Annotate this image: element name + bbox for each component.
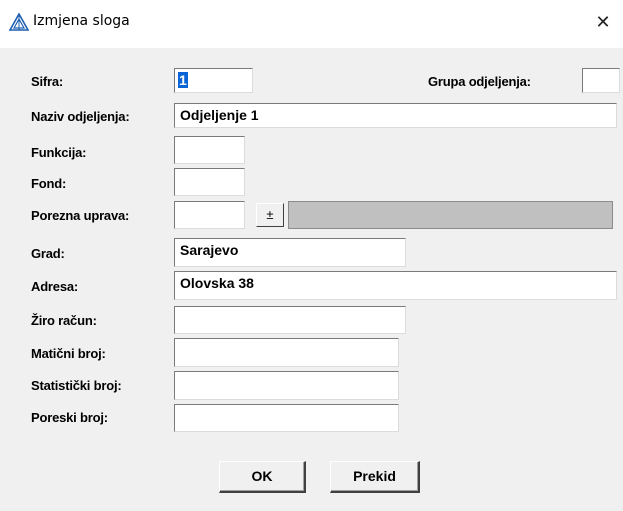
- cancel-button[interactable]: Prekid: [330, 461, 420, 493]
- app-triangle-icon: [9, 13, 29, 31]
- grad-field[interactable]: Sarajevo: [174, 238, 406, 267]
- naziv-odjeljenja-field[interactable]: Odjeljenje 1: [174, 103, 617, 128]
- funkcija-field[interactable]: [174, 136, 245, 164]
- title-bar: Izmjena sloga ✕: [0, 0, 623, 48]
- sifra-field[interactable]: 1: [174, 68, 253, 93]
- fond-field[interactable]: [174, 168, 245, 196]
- fond-label: Fond:: [31, 176, 67, 191]
- maticni-broj-label: Matični broj:: [31, 346, 106, 361]
- adresa-label: Adresa:: [31, 279, 79, 294]
- window-title: Izmjena sloga: [33, 13, 130, 29]
- ziro-racun-label: Žiro račun:: [31, 313, 97, 328]
- grupa-odjeljenja-label: Grupa odjeljenja:: [428, 74, 531, 89]
- poreski-broj-label: Poreski broj:: [31, 410, 108, 425]
- porezna-uprava-field[interactable]: [174, 201, 245, 229]
- naziv-odjeljenja-label: Naziv odjeljenja:: [31, 109, 130, 124]
- porezna-uprava-label: Porezna uprava:: [31, 208, 130, 223]
- adresa-field[interactable]: Olovska 38: [174, 271, 617, 300]
- sifra-value: 1: [178, 72, 188, 88]
- maticni-broj-field[interactable]: [174, 338, 399, 367]
- poreski-broj-field[interactable]: [174, 404, 399, 432]
- ziro-racun-field[interactable]: [174, 306, 406, 334]
- close-icon: ✕: [595, 12, 611, 33]
- sifra-label: Sifra:: [31, 74, 64, 89]
- close-button[interactable]: ✕: [588, 8, 618, 38]
- porezna-uprava-description: [288, 201, 613, 229]
- funkcija-label: Funkcija:: [31, 145, 87, 160]
- ok-button[interactable]: OK: [219, 461, 306, 493]
- dropdown-arrow-icon: ±: [266, 207, 274, 222]
- statisticki-broj-field[interactable]: [174, 371, 399, 400]
- porezna-uprava-dropdown-button[interactable]: ±: [256, 203, 284, 227]
- grupa-odjeljenja-field[interactable]: [582, 68, 620, 93]
- grad-label: Grad:: [31, 246, 65, 261]
- statisticki-broj-label: Statistički broj:: [31, 378, 122, 393]
